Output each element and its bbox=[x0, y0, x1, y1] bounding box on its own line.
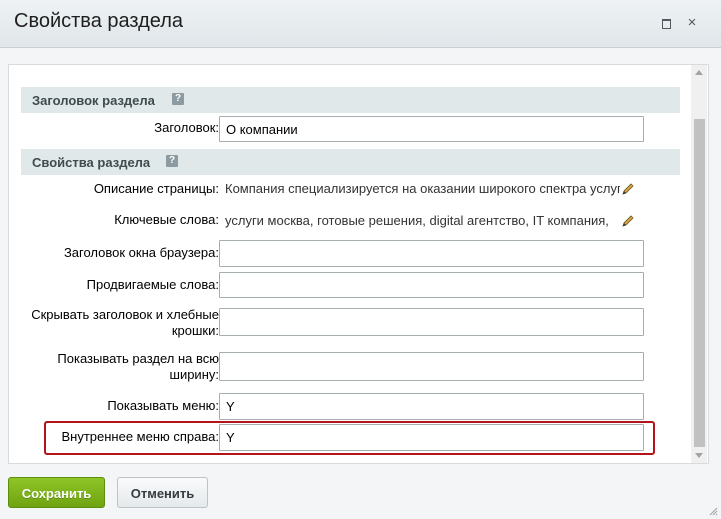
properties-scroll-area: Заголовок раздела ? Заголовок: Свойства … bbox=[9, 65, 691, 463]
vertical-scrollbar[interactable] bbox=[691, 65, 707, 463]
page-description-label: Описание страницы: bbox=[93, 181, 219, 196]
scroll-thumb[interactable] bbox=[694, 119, 705, 447]
scroll-up-arrow-icon[interactable] bbox=[695, 70, 703, 75]
dialog-title: Свойства раздела bbox=[14, 10, 184, 32]
dialog-titlebar[interactable]: Свойства раздела × bbox=[0, 0, 721, 48]
browser-title-input[interactable] bbox=[219, 240, 644, 267]
maximize-icon[interactable] bbox=[660, 17, 672, 29]
section-properties-dialog: Свойства раздела × Заголовок раздела ? З… bbox=[0, 0, 721, 519]
section-header-heading: Заголовок раздела ? bbox=[21, 87, 680, 113]
scroll-down-arrow-icon[interactable] bbox=[695, 453, 703, 458]
label-line: ширину: bbox=[169, 367, 219, 382]
section-title: Свойства раздела bbox=[32, 155, 151, 170]
label-line: Скрывать заголовок и хлебные bbox=[31, 307, 219, 322]
show-menu-label: Показывать меню: bbox=[107, 398, 219, 413]
section-header-properties: Свойства раздела ? bbox=[21, 149, 680, 175]
promoted-words-label: Продвигаемые слова: bbox=[86, 277, 219, 292]
help-icon[interactable]: ? bbox=[166, 155, 178, 167]
properties-panel: Заголовок раздела ? Заголовок: Свойства … bbox=[8, 64, 709, 464]
show-menu-input[interactable] bbox=[219, 393, 644, 420]
keywords-label: Ключевые слова: bbox=[114, 212, 219, 227]
inner-menu-right-input[interactable] bbox=[219, 424, 644, 451]
heading-label: Заголовок: bbox=[154, 120, 219, 135]
promoted-words-input[interactable] bbox=[219, 272, 644, 298]
inner-menu-right-label: Внутреннее меню справа: bbox=[61, 429, 219, 444]
help-icon[interactable]: ? bbox=[172, 93, 184, 105]
pencil-icon[interactable] bbox=[621, 182, 635, 196]
page-description-value: Компания специализируется на оказании ши… bbox=[225, 181, 620, 196]
resize-grip-icon[interactable] bbox=[708, 506, 718, 516]
full-width-label: Показывать раздел на всю ширину: bbox=[57, 351, 219, 383]
label-line: Показывать раздел на всю bbox=[57, 351, 219, 366]
section-title: Заголовок раздела bbox=[32, 93, 155, 108]
full-width-input[interactable] bbox=[219, 352, 644, 381]
pencil-icon[interactable] bbox=[621, 214, 635, 228]
browser-title-label: Заголовок окна браузера: bbox=[63, 245, 219, 260]
close-icon[interactable]: × bbox=[686, 15, 698, 30]
hide-title-breadcrumbs-label: Скрывать заголовок и хлебные крошки: bbox=[31, 307, 219, 339]
save-button[interactable]: Сохранить bbox=[8, 477, 105, 508]
hide-title-breadcrumbs-input[interactable] bbox=[219, 308, 644, 336]
keywords-value: услуги москва, готовые решения, digital … bbox=[225, 213, 609, 228]
label-line: крошки: bbox=[171, 323, 219, 338]
heading-input[interactable] bbox=[219, 116, 644, 142]
cancel-button[interactable]: Отменить bbox=[117, 477, 208, 508]
